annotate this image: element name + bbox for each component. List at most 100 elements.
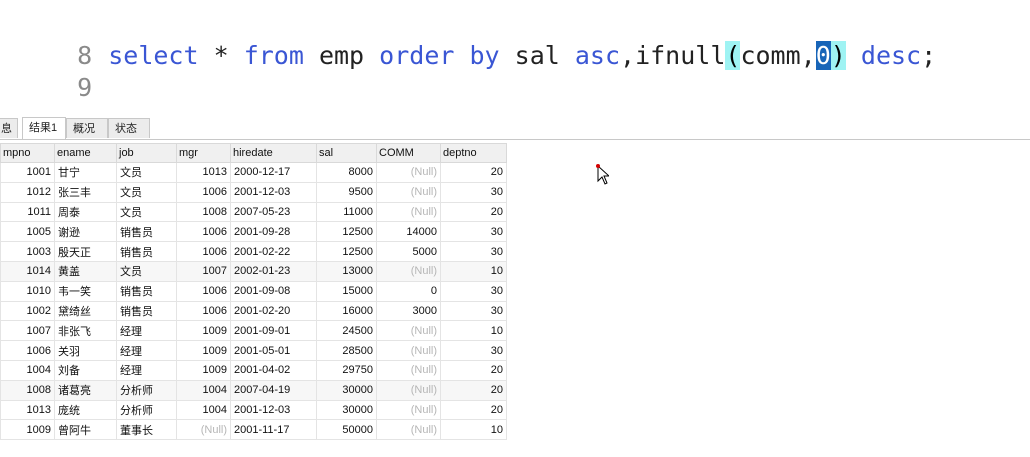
- table-row[interactable]: 1001 甘宁 文员 1013 2000-12-17 8000 (Null) 20: [0, 162, 507, 183]
- table-row[interactable]: 1011 周泰 文员 1008 2007-05-23 11000 (Null) 20: [0, 201, 507, 223]
- cell-mgr[interactable]: 1013: [176, 162, 231, 183]
- cell-hiredate[interactable]: 2001-04-02: [230, 359, 317, 381]
- table-row[interactable]: 1014 黄盖 文员 1007 2002-01-23 13000 (Null) 10: [0, 260, 507, 282]
- cell-deptno[interactable]: 30: [440, 241, 507, 262]
- cell-comm[interactable]: (Null): [376, 379, 441, 401]
- cell-sal[interactable]: 30000: [316, 399, 377, 421]
- tab-overview[interactable]: 概况: [66, 118, 108, 138]
- tab-status[interactable]: 状态: [108, 118, 150, 138]
- cell-deptno[interactable]: 10: [440, 419, 507, 441]
- cell-deptno[interactable]: 30: [440, 181, 507, 203]
- cell-ename[interactable]: 张三丰: [54, 181, 117, 203]
- cell-mgr[interactable]: 1006: [176, 241, 231, 262]
- cell-ename[interactable]: 韦一笑: [54, 280, 117, 302]
- column-header-sal[interactable]: sal: [316, 143, 377, 163]
- cell-comm[interactable]: 3000: [376, 300, 441, 322]
- cell-sal[interactable]: 16000: [316, 300, 377, 322]
- cell-sal[interactable]: 24500: [316, 320, 377, 342]
- column-header-job[interactable]: job: [116, 143, 177, 163]
- cell-job[interactable]: 文员: [116, 162, 177, 183]
- cell-deptno[interactable]: 30: [440, 300, 507, 322]
- editor-line[interactable]: 9: [0, 40, 108, 102]
- cell-hiredate[interactable]: 2001-09-28: [230, 221, 317, 243]
- cell-deptno[interactable]: 20: [440, 201, 507, 223]
- cell-job[interactable]: 经理: [116, 359, 177, 381]
- table-row[interactable]: 1009 曾阿牛 董事长 (Null) 2001-11-17 50000 (Null) 10: [0, 419, 507, 441]
- cell-mpno[interactable]: 1001: [0, 162, 55, 183]
- cell-hiredate[interactable]: 2001-09-01: [230, 320, 317, 342]
- column-header-mpno[interactable]: mpno: [0, 143, 55, 163]
- cell-comm[interactable]: 0: [376, 280, 441, 302]
- cell-job[interactable]: 文员: [116, 181, 177, 203]
- cell-comm[interactable]: (Null): [376, 260, 441, 282]
- cell-sal[interactable]: 50000: [316, 419, 377, 441]
- table-row[interactable]: 1007 非张飞 经理 1009 2001-09-01 24500 (Null) 10: [0, 320, 507, 342]
- cell-comm[interactable]: (Null): [376, 340, 441, 361]
- table-row[interactable]: 1005 谢逊 销售员 1006 2001-09-28 12500 14000 30: [0, 221, 507, 243]
- cell-mpno[interactable]: 1012: [0, 181, 55, 203]
- cell-mpno[interactable]: 1011: [0, 201, 55, 223]
- cell-mpno[interactable]: 1002: [0, 300, 55, 322]
- cell-ename[interactable]: 曾阿牛: [54, 419, 117, 441]
- cell-mgr[interactable]: 1009: [176, 359, 231, 381]
- cell-mpno[interactable]: 1003: [0, 241, 55, 262]
- cell-hiredate[interactable]: 2001-02-20: [230, 300, 317, 322]
- column-header-comm[interactable]: COMM: [376, 143, 441, 163]
- table-row[interactable]: 1012 张三丰 文员 1006 2001-12-03 9500 (Null) 30: [0, 181, 507, 203]
- table-row[interactable]: 1013 庞统 分析师 1004 2001-12-03 30000 (Null) 20: [0, 399, 507, 421]
- cell-deptno[interactable]: 20: [440, 359, 507, 381]
- cell-ename[interactable]: 黄盖: [54, 260, 117, 282]
- cell-sal[interactable]: 12500: [316, 221, 377, 243]
- cell-comm[interactable]: (Null): [376, 320, 441, 342]
- cell-ename[interactable]: 甘宁: [54, 162, 117, 183]
- cell-comm[interactable]: (Null): [376, 359, 441, 381]
- cell-deptno[interactable]: 10: [440, 320, 507, 342]
- table-row[interactable]: 1008 诸葛亮 分析师 1004 2007-04-19 30000 (Null) 20: [0, 379, 507, 401]
- cell-hiredate[interactable]: 2000-12-17: [230, 162, 317, 183]
- cell-job[interactable]: 经理: [116, 340, 177, 361]
- cell-mpno[interactable]: 1014: [0, 260, 55, 282]
- table-row[interactable]: 1006 关羽 经理 1009 2001-05-01 28500 (Null) 30: [0, 340, 507, 361]
- cell-hiredate[interactable]: 2001-02-22: [230, 241, 317, 262]
- cell-sal[interactable]: 12500: [316, 241, 377, 262]
- column-header-hiredate[interactable]: hiredate: [230, 143, 317, 163]
- cell-mgr[interactable]: 1008: [176, 201, 231, 223]
- cell-mpno[interactable]: 1006: [0, 340, 55, 361]
- cell-deptno[interactable]: 30: [440, 221, 507, 243]
- cell-ename[interactable]: 黛绮丝: [54, 300, 117, 322]
- cell-sal[interactable]: 11000: [316, 201, 377, 223]
- cell-comm[interactable]: 5000: [376, 241, 441, 262]
- cell-mpno[interactable]: 1009: [0, 419, 55, 441]
- column-header-ename[interactable]: ename: [54, 143, 117, 163]
- cell-ename[interactable]: 周泰: [54, 201, 117, 223]
- cell-job[interactable]: 销售员: [116, 280, 177, 302]
- table-row[interactable]: 1002 黛绮丝 销售员 1006 2001-02-20 16000 3000 30: [0, 300, 507, 322]
- cell-sal[interactable]: 15000: [316, 280, 377, 302]
- cell-ename[interactable]: 非张飞: [54, 320, 117, 342]
- cell-mgr[interactable]: 1009: [176, 320, 231, 342]
- cell-mgr[interactable]: 1004: [176, 399, 231, 421]
- cell-job[interactable]: 董事长: [116, 419, 177, 441]
- cell-ename[interactable]: 关羽: [54, 340, 117, 361]
- cell-hiredate[interactable]: 2001-09-08: [230, 280, 317, 302]
- cell-job[interactable]: 文员: [116, 201, 177, 223]
- cell-comm[interactable]: (Null): [376, 201, 441, 223]
- cell-ename[interactable]: 诸葛亮: [54, 379, 117, 401]
- cell-sal[interactable]: 29750: [316, 359, 377, 381]
- cell-hiredate[interactable]: 2002-01-23: [230, 260, 317, 282]
- cell-comm[interactable]: (Null): [376, 399, 441, 421]
- cell-job[interactable]: 销售员: [116, 300, 177, 322]
- table-row[interactable]: 1004 刘备 经理 1009 2001-04-02 29750 (Null) 20: [0, 359, 507, 381]
- column-header-mgr[interactable]: mgr: [176, 143, 231, 163]
- cell-hiredate[interactable]: 2007-05-23: [230, 201, 317, 223]
- cell-sal[interactable]: 30000: [316, 379, 377, 401]
- cell-mpno[interactable]: 1013: [0, 399, 55, 421]
- cell-hiredate[interactable]: 2001-11-17: [230, 419, 317, 441]
- cell-sal[interactable]: 28500: [316, 340, 377, 361]
- cell-mgr[interactable]: 1006: [176, 181, 231, 203]
- cell-hiredate[interactable]: 2007-04-19: [230, 379, 317, 401]
- cell-comm[interactable]: (Null): [376, 419, 441, 441]
- result-grid[interactable]: mpno ename job mgr hiredate sal COMM deptno 100…: [0, 143, 507, 441]
- cell-job[interactable]: 分析师: [116, 379, 177, 401]
- cell-mpno[interactable]: 1010: [0, 280, 55, 302]
